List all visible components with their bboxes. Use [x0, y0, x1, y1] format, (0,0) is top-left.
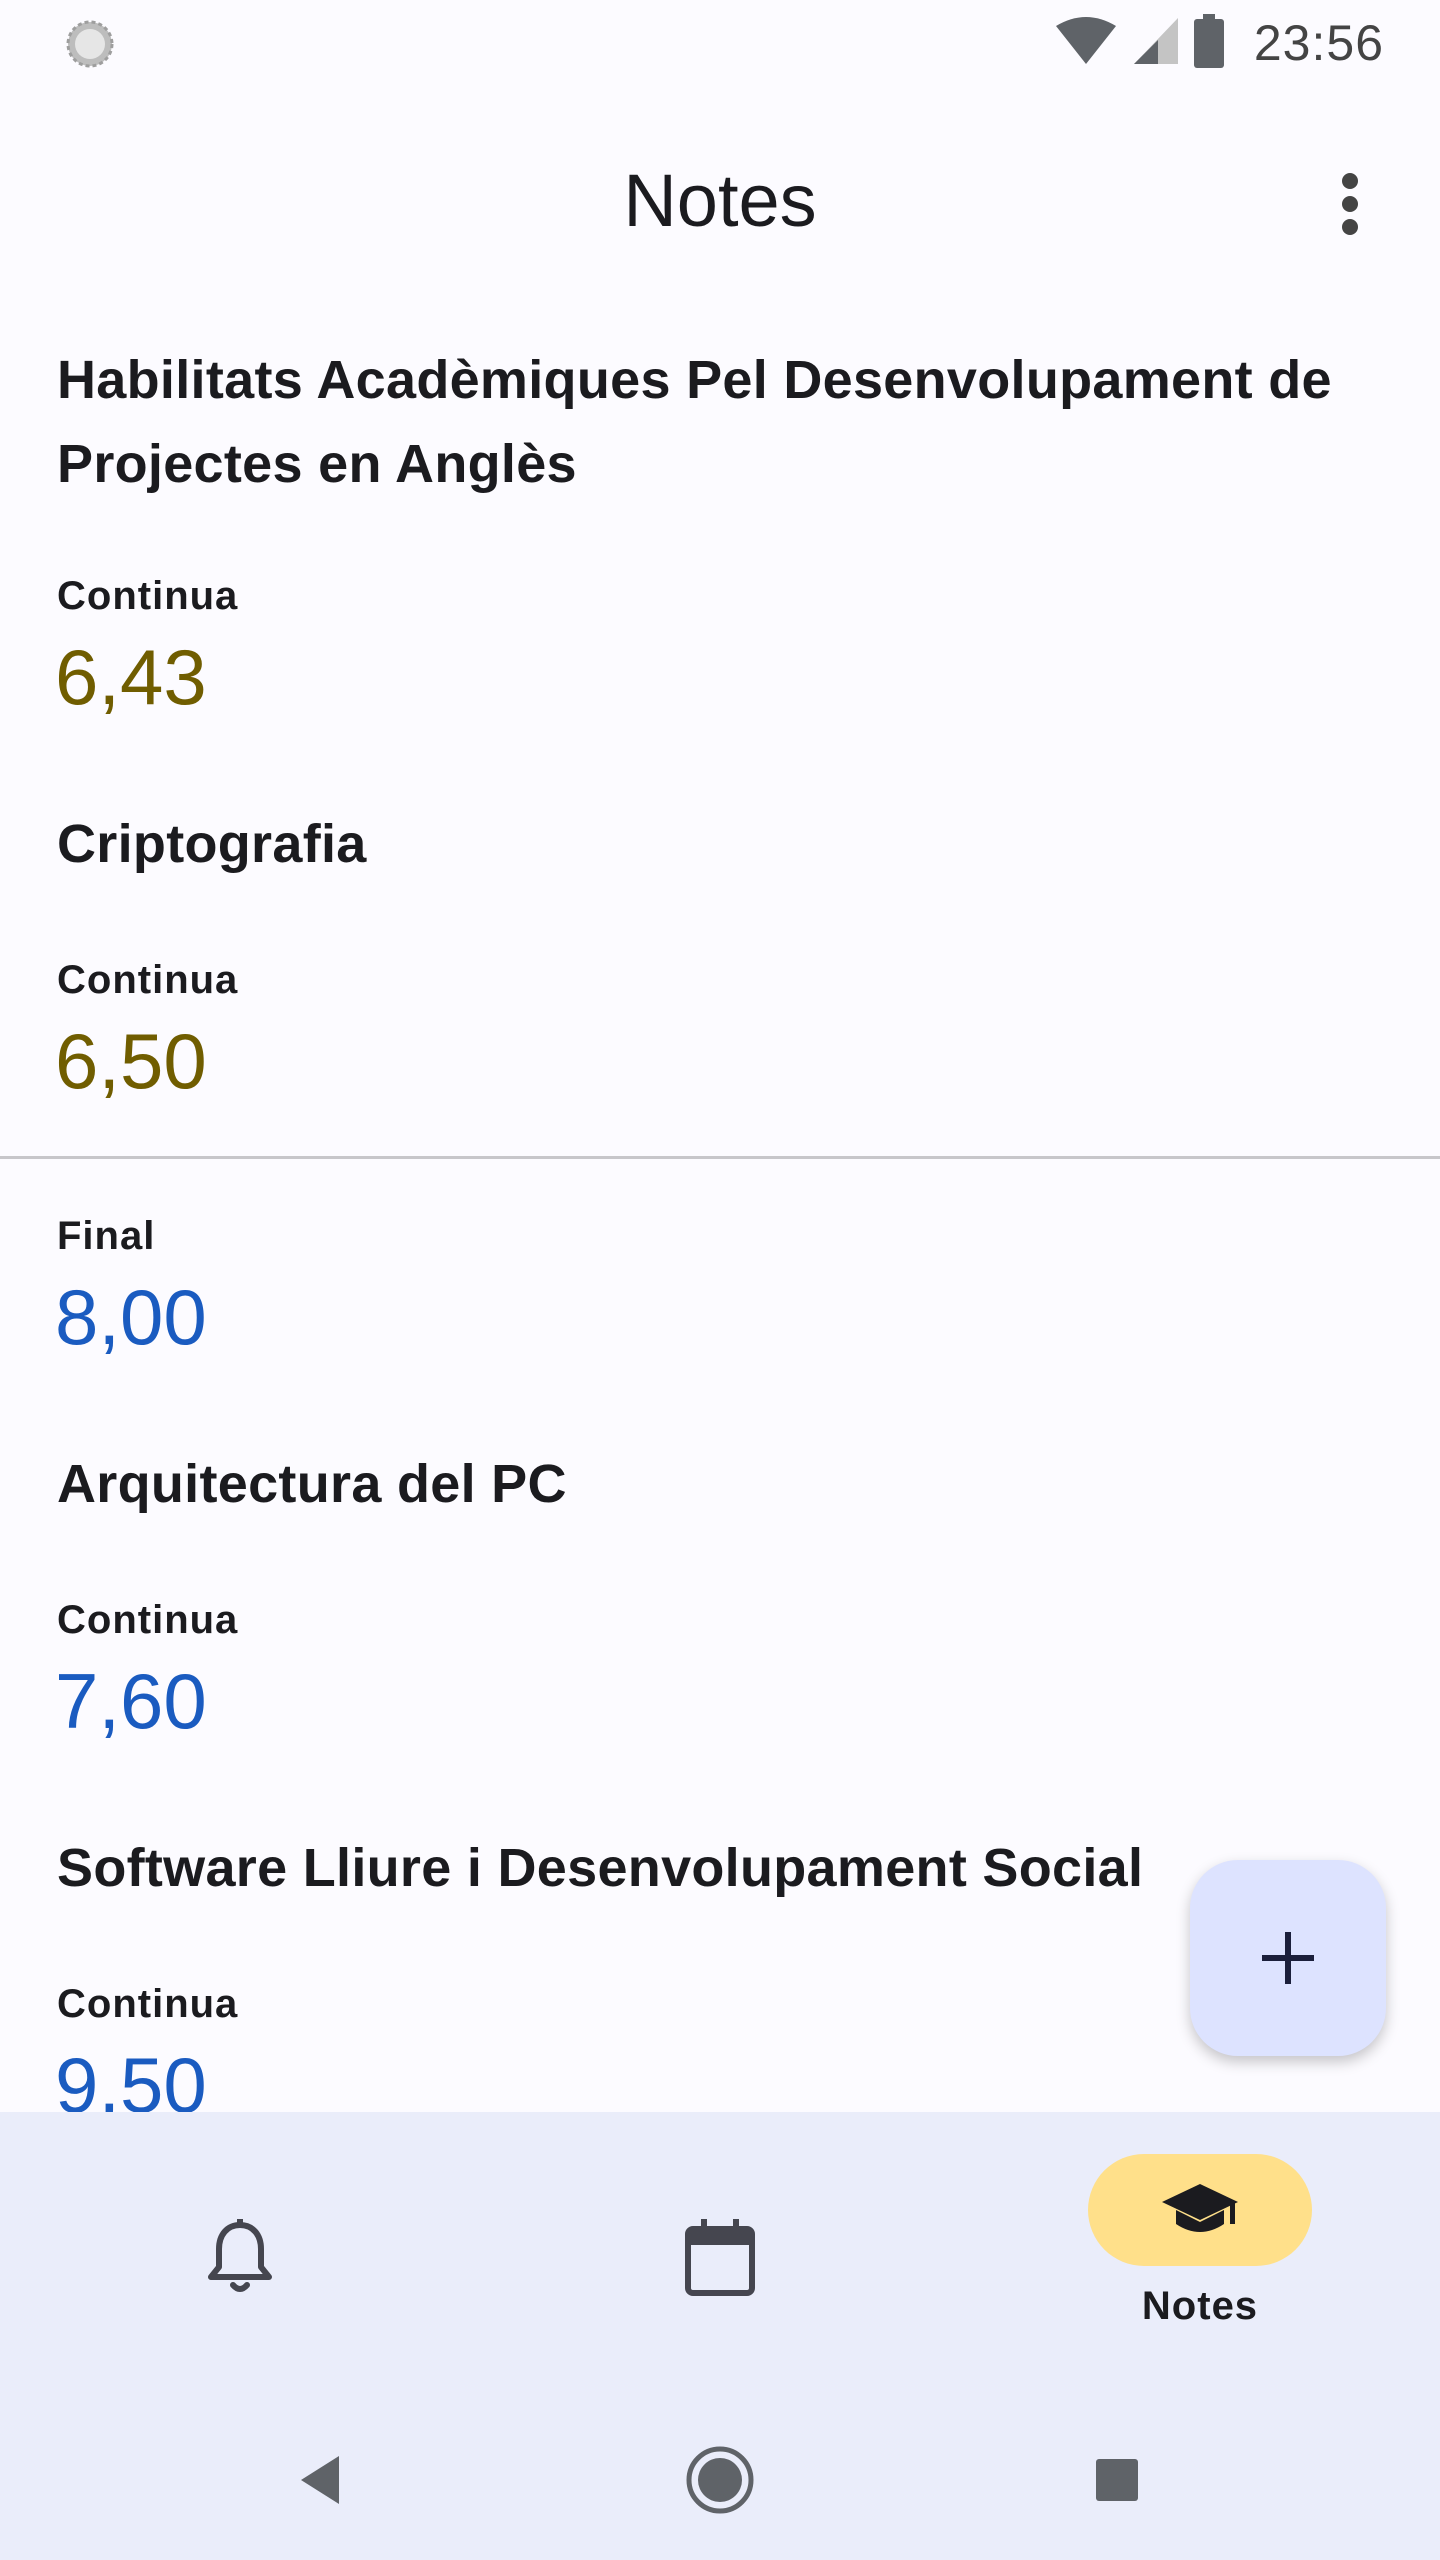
recents-button[interactable]: [1075, 2438, 1159, 2522]
overflow-menu-button[interactable]: [1300, 154, 1400, 254]
bell-icon: [195, 2212, 285, 2302]
nav-item-notes[interactable]: Notes: [960, 2112, 1440, 2400]
plus-icon: [1262, 1932, 1314, 1984]
status-bar: 23:56: [0, 0, 1440, 86]
page-title: Notes: [623, 159, 817, 242]
subject-title: Arquitectura del PC: [57, 1454, 567, 1514]
graduation-cap-icon: [1162, 2184, 1238, 2232]
grades-list[interactable]: Habilitats Acadèmiques Pel Desenvolupame…: [0, 316, 1440, 2112]
bottom-navigation: Notes: [0, 2112, 1440, 2400]
cell-signal-icon: [1132, 16, 1180, 71]
grade-value: 8,00: [55, 1273, 207, 1361]
nav-item-notifications[interactable]: [0, 2112, 480, 2400]
grade-label: Continua: [57, 1598, 239, 1642]
grade-label: Continua: [57, 1982, 239, 2026]
calendar-icon: [675, 2212, 765, 2302]
screen: 23:56 Notes Habilitats Acadèmiques Pel D…: [0, 0, 1440, 2560]
grade-value: 6,43: [55, 633, 207, 721]
subject-title: Habilitats Acadèmiques Pel Desenvolupame…: [57, 350, 1332, 494]
grade-label: Continua: [57, 958, 239, 1002]
recents-square-icon: [1096, 2459, 1138, 2501]
wifi-icon: [1054, 16, 1118, 71]
divider: [0, 1156, 1440, 1159]
subject-title: Software Lliure i Desenvolupament Social: [57, 1838, 1144, 1898]
grade-value: 9,50: [55, 2041, 207, 2112]
top-app-bar: Notes: [0, 86, 1440, 316]
nav-item-label: Notes: [1141, 2284, 1259, 2328]
home-button[interactable]: [678, 2438, 762, 2522]
clock: 23:56: [1253, 15, 1384, 71]
add-grade-button[interactable]: [1190, 1860, 1386, 2056]
home-circle-icon: [686, 2446, 754, 2514]
grade-label: Final: [57, 1214, 156, 1258]
back-button[interactable]: [278, 2438, 362, 2522]
battery-icon: [1193, 13, 1224, 73]
sync-indicator-icon: [66, 20, 114, 68]
nav-item-calendar[interactable]: [480, 2112, 960, 2400]
system-navigation-bar: [0, 2400, 1440, 2560]
status-icons: 23:56: [1054, 13, 1384, 73]
subject-title: Criptografia: [57, 814, 367, 874]
back-triangle-icon: [301, 2456, 339, 2504]
more-vert-icon: [1342, 173, 1358, 235]
grade-value: 7,60: [55, 1657, 207, 1745]
grade-label: Continua: [57, 574, 239, 618]
grade-value: 6,50: [55, 1017, 207, 1105]
nav-active-indicator: [1088, 2154, 1312, 2266]
